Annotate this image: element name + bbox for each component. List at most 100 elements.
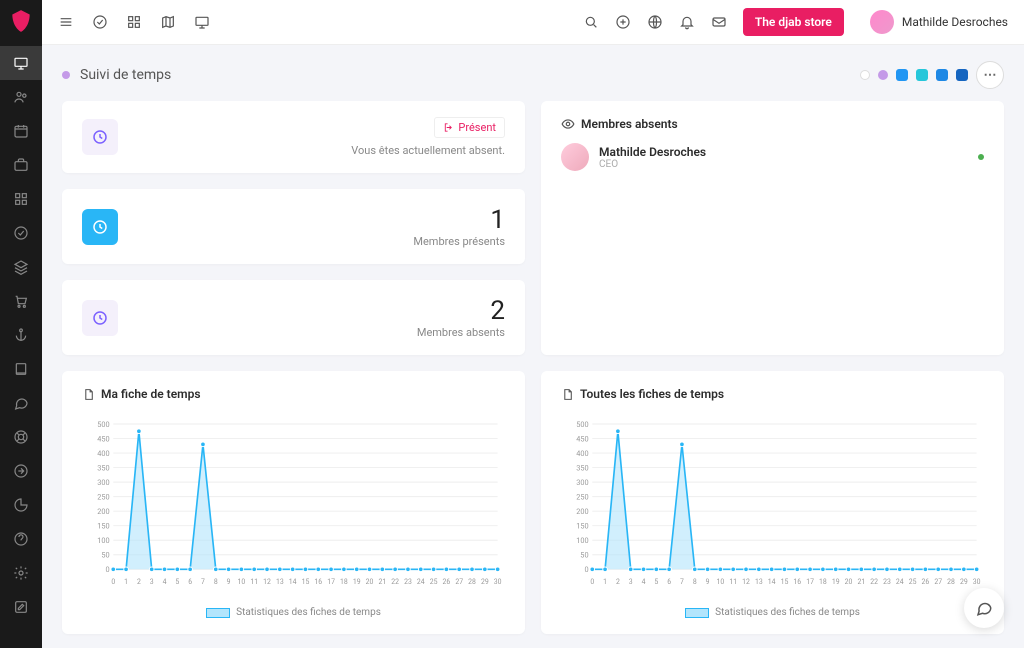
svg-text:4: 4 [163, 578, 167, 586]
sidebar-item-apps[interactable] [0, 182, 42, 216]
add-icon[interactable] [615, 14, 631, 30]
svg-text:24: 24 [417, 578, 425, 586]
svg-text:28: 28 [468, 578, 476, 586]
view-chips: ⋯ [860, 61, 1004, 89]
user-menu[interactable]: Mathilde Desroches [870, 10, 1008, 34]
svg-text:8: 8 [214, 578, 218, 586]
sidebar-item-team[interactable] [0, 80, 42, 114]
sidebar-item-settings[interactable] [0, 556, 42, 590]
svg-text:500: 500 [97, 420, 109, 429]
app-logo [8, 8, 34, 34]
document-icon [82, 388, 95, 401]
svg-text:18: 18 [819, 578, 827, 586]
sidebar-item-chat[interactable] [0, 386, 42, 420]
svg-text:5: 5 [654, 578, 658, 586]
apps-icon[interactable] [126, 14, 142, 30]
eye-icon [561, 117, 575, 131]
chart-legend: Statistiques des fiches de temps [82, 607, 505, 618]
chip-4[interactable] [936, 69, 948, 81]
check-circle-icon[interactable] [92, 14, 108, 30]
sidebar-item-dashboard[interactable] [0, 46, 42, 80]
svg-text:9: 9 [706, 578, 710, 586]
svg-text:22: 22 [391, 578, 399, 586]
bell-icon[interactable] [679, 14, 695, 30]
svg-text:14: 14 [289, 578, 297, 586]
svg-text:6: 6 [667, 578, 671, 586]
sidebar-item-help[interactable] [0, 522, 42, 556]
svg-text:15: 15 [781, 578, 789, 586]
svg-text:3: 3 [150, 578, 154, 586]
sidebar-item-cart[interactable] [0, 284, 42, 318]
svg-text:26: 26 [922, 578, 930, 586]
mail-icon[interactable] [711, 14, 727, 30]
presence-toggle[interactable]: Présent [434, 117, 505, 138]
sidebar-item-book[interactable] [0, 352, 42, 386]
svg-text:16: 16 [793, 578, 801, 586]
more-button[interactable]: ⋯ [976, 61, 1004, 89]
svg-text:25: 25 [909, 578, 917, 586]
chip-5[interactable] [956, 69, 968, 81]
sidebar-item-layers[interactable] [0, 250, 42, 284]
svg-text:19: 19 [832, 578, 840, 586]
sidebar-item-reports[interactable] [0, 488, 42, 522]
chip-3[interactable] [916, 69, 928, 81]
svg-text:25: 25 [430, 578, 438, 586]
svg-text:250: 250 [97, 493, 109, 502]
chart-legend: Statistiques des fiches de temps [561, 607, 984, 618]
svg-text:4: 4 [642, 578, 646, 586]
svg-text:450: 450 [576, 435, 588, 444]
sidebar-item-anchor[interactable] [0, 318, 42, 352]
svg-text:150: 150 [576, 522, 588, 531]
svg-text:3: 3 [629, 578, 633, 586]
svg-text:350: 350 [576, 464, 588, 473]
svg-text:29: 29 [960, 578, 968, 586]
globe-icon[interactable] [647, 14, 663, 30]
presence-card: Présent Vous êtes actuellement absent. [62, 101, 525, 173]
svg-text:12: 12 [742, 578, 750, 586]
chip-1[interactable] [878, 70, 888, 80]
svg-text:50: 50 [580, 551, 588, 560]
svg-text:2: 2 [616, 578, 620, 586]
chip-0[interactable] [860, 70, 870, 80]
svg-text:30: 30 [494, 578, 502, 586]
svg-text:27: 27 [934, 578, 942, 586]
svg-text:500: 500 [576, 420, 588, 429]
svg-text:11: 11 [729, 578, 737, 586]
svg-text:7: 7 [201, 578, 205, 586]
svg-text:8: 8 [693, 578, 697, 586]
chart-title: Ma fiche de temps [101, 387, 201, 401]
svg-text:20: 20 [845, 578, 853, 586]
absent-count-label: Membres absents [417, 326, 505, 339]
sidebar-item-tasks[interactable] [0, 216, 42, 250]
store-button[interactable]: The djab store [743, 8, 844, 36]
status-dot-icon [978, 154, 984, 160]
sidebar-item-edit[interactable] [0, 590, 42, 624]
svg-text:22: 22 [870, 578, 878, 586]
sidebar-item-support[interactable] [0, 420, 42, 454]
map-icon[interactable] [160, 14, 176, 30]
svg-text:150: 150 [97, 522, 109, 531]
present-count-card: 1 Membres présents [62, 189, 525, 264]
chat-fab[interactable] [964, 588, 1004, 628]
svg-text:350: 350 [97, 464, 109, 473]
svg-text:200: 200 [97, 507, 109, 516]
svg-text:0: 0 [590, 578, 594, 586]
chip-2[interactable] [896, 69, 908, 81]
svg-text:100: 100 [97, 536, 109, 545]
svg-text:0: 0 [584, 566, 588, 575]
svg-text:17: 17 [806, 578, 814, 586]
menu-icon[interactable] [58, 14, 74, 30]
member-avatar [561, 143, 589, 171]
sidebar-item-calendar[interactable] [0, 114, 42, 148]
member-row[interactable]: Mathilde Desroches CEO [561, 143, 984, 171]
svg-text:23: 23 [883, 578, 891, 586]
page-header: Suivi de temps ⋯ [42, 45, 1024, 101]
sidebar-item-export[interactable] [0, 454, 42, 488]
svg-text:300: 300 [97, 478, 109, 487]
search-icon[interactable] [583, 14, 599, 30]
display-icon[interactable] [194, 14, 210, 30]
username-label: Mathilde Desroches [902, 15, 1008, 29]
sidebar-item-briefcase[interactable] [0, 148, 42, 182]
svg-text:10: 10 [238, 578, 246, 586]
svg-text:0: 0 [111, 578, 115, 586]
